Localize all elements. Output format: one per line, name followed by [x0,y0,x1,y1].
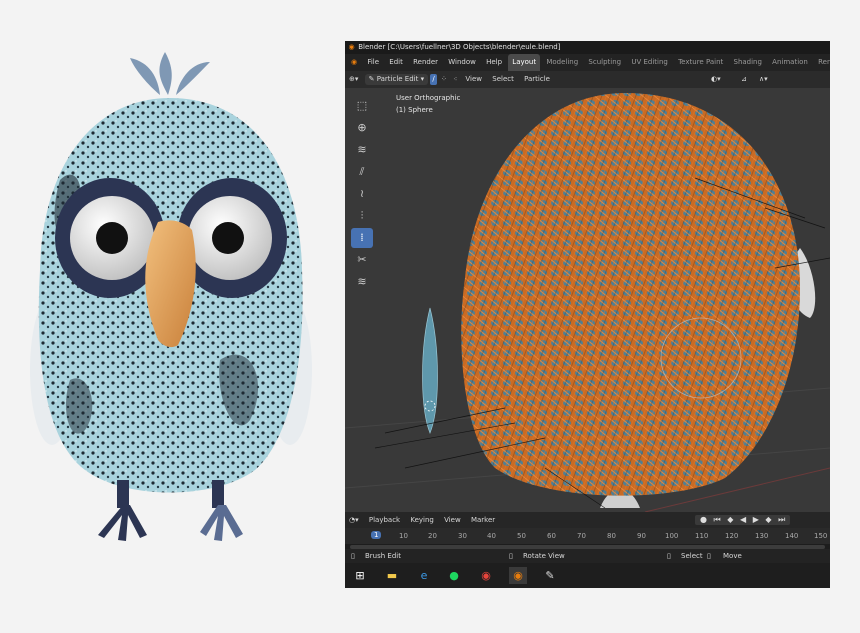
mode-label: Particle Edit [376,75,419,83]
chrome-icon[interactable]: ◉ [477,567,495,584]
object-name-label: (1) Sphere [396,106,433,114]
top-menu-bar: ◉ File Edit Render Window Help Layout Mo… [345,54,830,71]
frame-tick: 50 [517,532,526,540]
windows-start-icon[interactable]: ⊞ [351,567,369,584]
hair-mesh-render [345,93,830,512]
playback-controls: ● ⏮ ◆ ◀ ▶ ◆ ⏭ [695,515,791,525]
frame-tick: 60 [547,532,556,540]
window-title: Blender [C:\Users\fuellner\3D Objects\bl… [358,43,561,51]
blender-menu-icon[interactable]: ◉ [345,54,361,71]
current-frame-indicator[interactable]: 1 [371,531,382,539]
menu-edit[interactable]: Edit [385,54,407,71]
puff-tool-icon[interactable]: ⁞ [351,228,373,248]
status-brush-edit: Brush Edit [365,552,401,560]
blender-window: ◉ Blender [C:\Users\fuellner\3D Objects\… [345,41,830,588]
jump-start-icon[interactable]: ⏮ [712,515,723,525]
frame-tick: 110 [695,532,709,540]
file-explorer-icon[interactable]: ▬ [383,567,401,584]
frame-tick: 30 [458,532,467,540]
frame-tick: 90 [637,532,646,540]
tab-uv-editing[interactable]: UV Editing [627,54,672,71]
timeline-header: ◔▾ Playback Keying View Marker ● ⏮ ◆ ◀ ▶… [345,512,830,528]
jump-end-icon[interactable]: ⏭ [776,515,787,525]
app-taskbar-icon[interactable]: ✎ [541,567,559,584]
frame-tick: 120 [725,532,739,540]
menu-render[interactable]: Render [409,54,442,71]
length-tool-icon[interactable]: ⫶ [351,206,373,226]
owl-render-image [30,52,312,541]
select-box-tool-icon[interactable]: ⬚ [351,96,373,116]
tab-animation[interactable]: Animation [768,54,812,71]
owl-render-panel [0,0,345,629]
status-select: Select [681,552,703,560]
3d-viewport[interactable]: User Orthographic (1) Sphere ⬚ ⊕ ≋ ⫽ ≀ ⫶… [345,88,830,512]
mouse-middle-icon: ▯ [509,552,513,560]
menu-view[interactable]: View [461,71,486,88]
menu-playback[interactable]: Playback [365,512,404,528]
status-rotate-view: Rotate View [523,552,565,560]
menu-window[interactable]: Window [444,54,480,71]
frame-tick: 150 [814,532,828,540]
select-mode-path-icon[interactable]: ∕ [430,74,437,85]
menu-marker[interactable]: Marker [467,512,499,528]
tab-texture-paint[interactable]: Texture Paint [674,54,727,71]
mode-selector[interactable]: ✎ Particle Edit ▾ [364,74,429,85]
blender-logo-icon: ◉ [348,43,355,51]
select-mode-point-icon[interactable]: ⁘ [439,71,449,88]
record-icon[interactable]: ● [698,515,709,525]
mouse-left-icon: ▯ [351,552,355,560]
mirror-icon[interactable]: ⊿ [737,71,751,88]
tab-shading[interactable]: Shading [730,54,766,71]
tab-modeling[interactable]: Modeling [542,54,582,71]
comb-tool-icon[interactable]: ≋ [351,140,373,160]
tab-rendering[interactable]: Ren [814,54,830,71]
next-keyframe-icon[interactable]: ◆ [763,515,773,525]
smooth-tool-icon[interactable]: ⫽ [351,162,373,182]
play-icon[interactable]: ▶ [751,515,761,525]
frame-tick: 40 [487,532,496,540]
viewport-header: ⊕▾ ✎ Particle Edit ▾ ∕ ⁘ ⁖ View Select P… [345,71,830,88]
frame-tick: 130 [755,532,769,540]
frame-tick: 20 [428,532,437,540]
play-reverse-icon[interactable]: ◀ [738,515,748,525]
status-bar: ▯ Brush Edit ▯ Rotate View ▯ Select ▯ Mo… [345,549,830,563]
add-tool-icon[interactable]: ≀ [351,184,373,204]
falloff-icon[interactable]: ∧▾ [755,71,772,88]
menu-timeline-view[interactable]: View [440,512,465,528]
menu-help[interactable]: Help [482,54,506,71]
menu-particle[interactable]: Particle [520,71,554,88]
timeline-ruler[interactable]: 1 10 20 30 40 50 60 70 80 90 100 110 120… [345,528,830,544]
editor-type-icon[interactable]: ⊕▾ [345,71,362,88]
weight-tool-icon[interactable]: ≋ [351,272,373,292]
cursor-tool-icon[interactable]: ⊕ [351,118,373,138]
edge-browser-icon[interactable]: e [415,567,433,584]
title-bar: ◉ Blender [C:\Users\fuellner\3D Objects\… [345,41,830,54]
blender-taskbar-icon[interactable]: ◉ [509,567,527,584]
select-mode-tip-icon[interactable]: ⁖ [451,71,459,88]
frame-tick: 70 [577,532,586,540]
owl-crest [130,52,210,95]
timeline-editor-icon[interactable]: ◔▾ [345,512,363,528]
spotify-icon[interactable]: ● [445,567,463,584]
menu-file[interactable]: File [363,54,383,71]
status-move: Move [723,552,742,560]
tool-shelf: ⬚ ⊕ ≋ ⫽ ≀ ⫶ ⁞ ✂ ≋ [351,96,375,294]
tab-layout[interactable]: Layout [508,54,541,71]
prev-keyframe-icon[interactable]: ◆ [725,515,735,525]
mouse-drag-icon: ▯ [707,552,711,560]
frame-tick: 100 [665,532,679,540]
view-name-label: User Orthographic [396,94,461,102]
frame-tick: 140 [785,532,799,540]
tab-sculpting[interactable]: Sculpting [584,54,625,71]
mouse-right-icon: ▯ [667,552,671,560]
frame-tick: 10 [399,532,408,540]
menu-keying[interactable]: Keying [406,512,438,528]
cut-tool-icon[interactable]: ✂ [351,250,373,270]
menu-select[interactable]: Select [488,71,518,88]
windows-taskbar: ⊞ ▬ e ● ◉ ◉ ✎ [345,563,830,588]
overlay-icon[interactable]: ◐▾ [707,71,725,88]
frame-tick: 80 [607,532,616,540]
